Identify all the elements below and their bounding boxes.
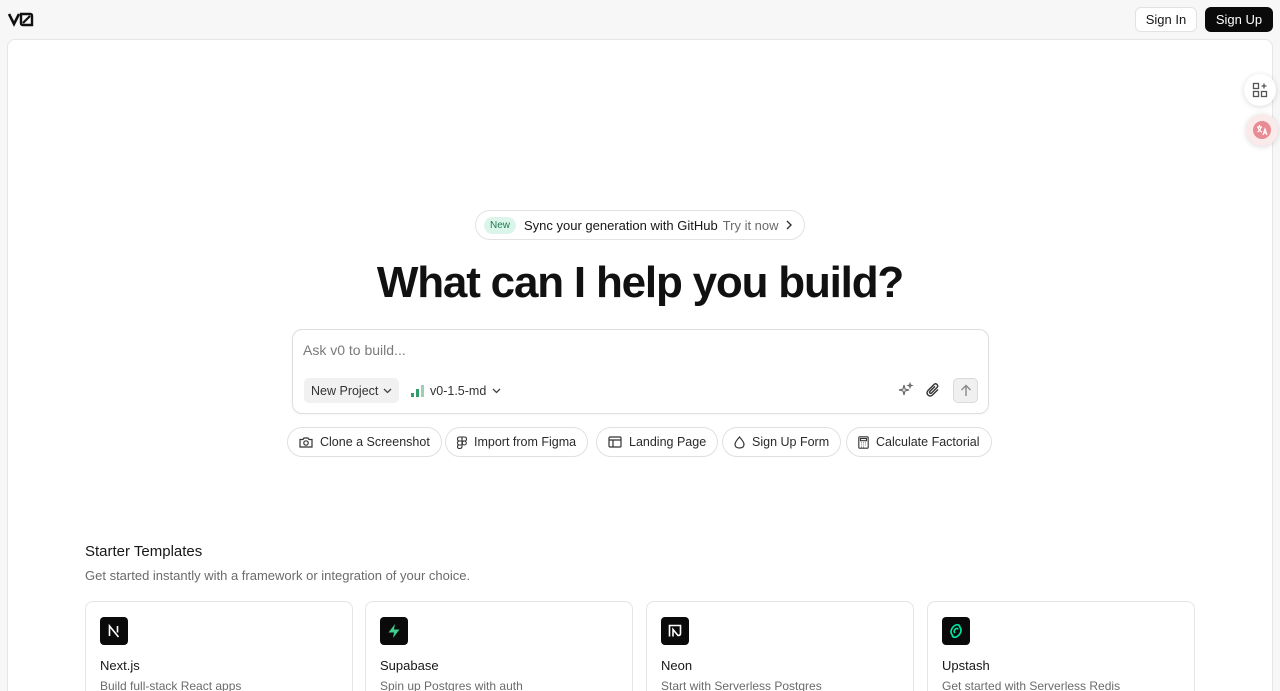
chevron-right-icon bbox=[786, 220, 792, 230]
template-name: Neon bbox=[661, 658, 693, 673]
sparkles-icon[interactable] bbox=[897, 381, 915, 399]
template-name: Next.js bbox=[100, 658, 140, 673]
chip-sign-up-form[interactable]: Sign Up Form bbox=[722, 427, 842, 457]
nextjs-icon bbox=[100, 617, 128, 645]
v0-logo[interactable] bbox=[7, 12, 34, 27]
chevron-down-icon bbox=[492, 388, 501, 393]
template-desc: Spin up Postgres with auth bbox=[380, 679, 523, 691]
chip-import-figma[interactable]: Import from Figma bbox=[445, 427, 589, 457]
announcement-pill[interactable]: New Sync your generation with GitHub Try… bbox=[475, 210, 805, 240]
template-name: Upstash bbox=[942, 658, 990, 673]
chip-label: Calculate Factorial bbox=[876, 435, 980, 449]
template-name: Supabase bbox=[380, 658, 439, 673]
chip-landing-page[interactable]: Landing Page bbox=[596, 427, 719, 457]
suggestion-chips: Clone a Screenshot Import from Figma Lan… bbox=[0, 427, 1280, 457]
announcement-link[interactable]: Try it now bbox=[723, 218, 779, 233]
new-badge: New bbox=[484, 216, 517, 234]
prompt-box: New Project v0-1.5-md bbox=[292, 329, 989, 414]
template-desc: Start with Serverless Postgres bbox=[661, 679, 822, 691]
apps-icon[interactable] bbox=[1244, 74, 1276, 106]
template-desc: Get started with Serverless Redis bbox=[942, 679, 1121, 691]
project-select-label: New Project bbox=[311, 383, 379, 398]
sign-up-button[interactable]: Sign Up bbox=[1205, 7, 1273, 32]
figma-icon bbox=[457, 435, 467, 449]
signal-bars-icon bbox=[411, 384, 424, 397]
send-button[interactable] bbox=[953, 378, 978, 403]
chip-calculate-factorial[interactable]: Calculate Factorial bbox=[846, 427, 992, 457]
supabase-icon bbox=[380, 617, 408, 645]
chip-label: Landing Page bbox=[629, 435, 707, 449]
layout-icon bbox=[608, 436, 622, 448]
neon-icon bbox=[661, 617, 689, 645]
chip-clone-screenshot[interactable]: Clone a Screenshot bbox=[287, 427, 442, 457]
chip-label: Import from Figma bbox=[474, 435, 577, 449]
template-card-supabase[interactable]: Supabase Spin up Postgres with auth bbox=[365, 601, 633, 691]
model-select-label: v0-1.5-md bbox=[430, 383, 487, 398]
top-bar: Sign In Sign Up bbox=[0, 0, 1280, 40]
template-desc: Build full-stack React apps bbox=[100, 679, 242, 691]
calculator-icon bbox=[858, 435, 869, 449]
paperclip-icon[interactable] bbox=[924, 381, 942, 399]
template-card-neon[interactable]: Neon Start with Serverless Postgres bbox=[646, 601, 914, 691]
section-title: Starter Templates bbox=[85, 543, 203, 560]
chip-label: Sign Up Form bbox=[752, 435, 830, 449]
template-card-nextjs[interactable]: Next.js Build full-stack React apps bbox=[85, 601, 353, 691]
project-select[interactable]: New Project bbox=[304, 378, 400, 403]
camera-icon bbox=[299, 437, 313, 448]
template-card-upstash[interactable]: Upstash Get started with Serverless Redi… bbox=[927, 601, 1195, 691]
model-select[interactable]: v0-1.5-md bbox=[411, 378, 501, 403]
sign-in-button[interactable]: Sign In bbox=[1135, 7, 1197, 32]
announcement-text: Sync your generation with GitHub bbox=[524, 217, 718, 233]
droplet-icon bbox=[734, 435, 745, 449]
translate-icon[interactable] bbox=[1246, 114, 1278, 146]
chip-label: Clone a Screenshot bbox=[320, 435, 430, 449]
section-subtitle: Get started instantly with a framework o… bbox=[85, 568, 471, 583]
prompt-input[interactable] bbox=[303, 340, 903, 360]
page-title: What can I help you build? bbox=[376, 258, 904, 307]
chevron-down-icon bbox=[383, 388, 392, 393]
upstash-icon bbox=[942, 617, 970, 645]
arrow-up-icon bbox=[960, 384, 971, 396]
